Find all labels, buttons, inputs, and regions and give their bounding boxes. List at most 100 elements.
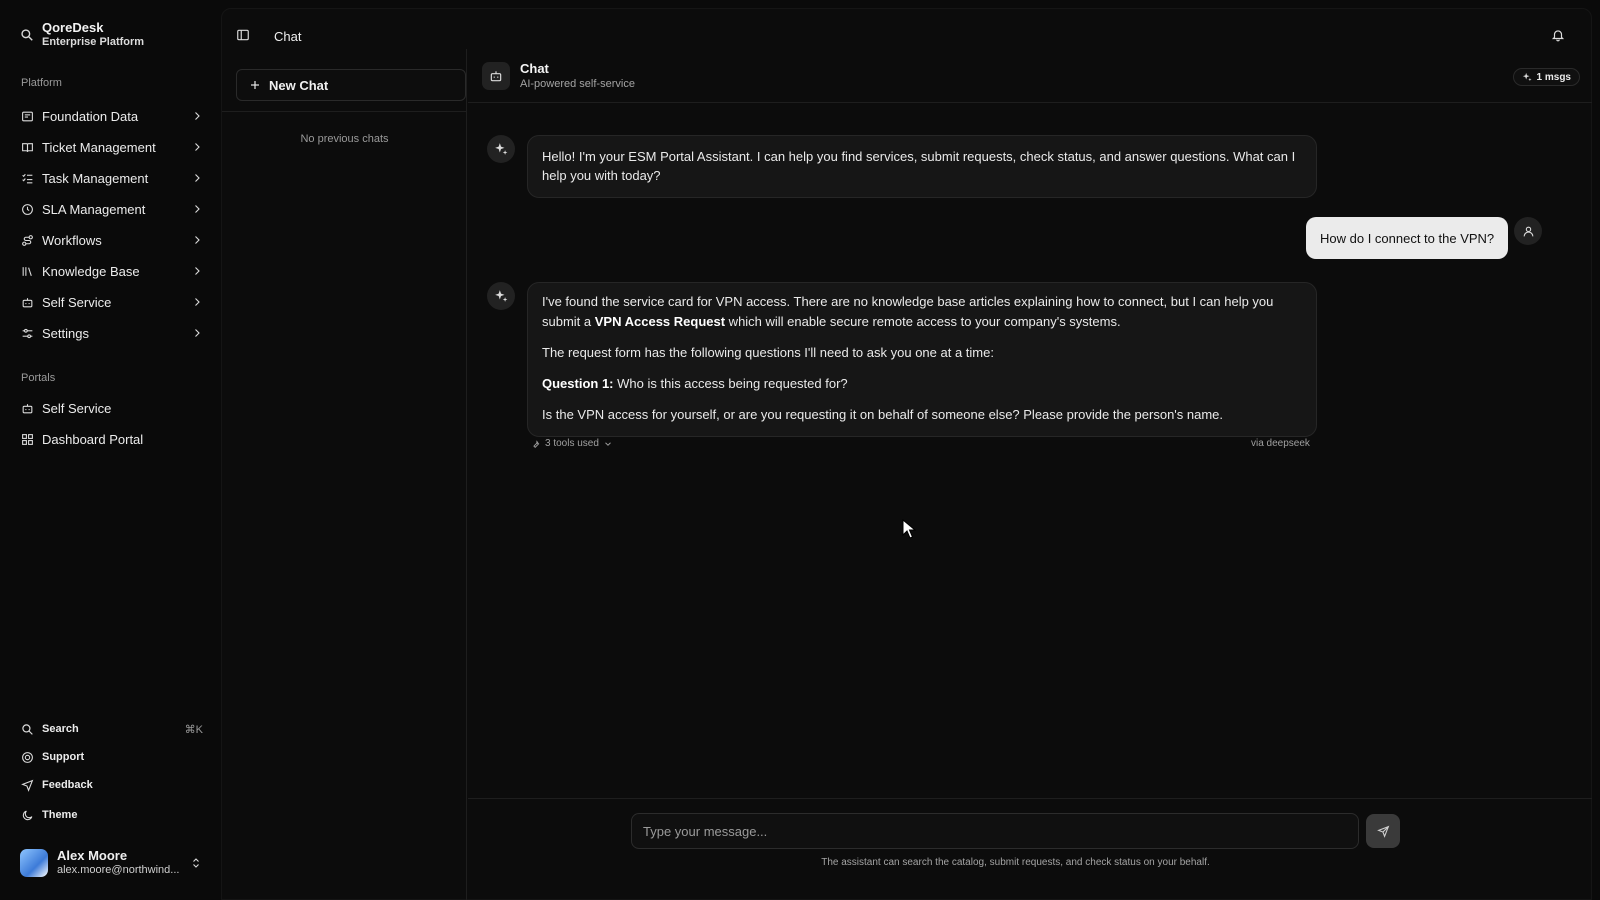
grid-icon [22,433,33,445]
chevron-right-icon [195,267,200,275]
book-icon [22,142,33,152]
send-button[interactable] [1366,814,1400,848]
search-label: Search [42,723,79,735]
moon-icon [22,810,33,820]
chevron-right-icon [195,143,200,151]
message-text: How do I connect to the VPN? [1320,230,1495,246]
assistant-message: I've found the service card for VPN acce… [527,282,1317,437]
sidebar-item-foundation-data[interactable]: Foundation Data [21,105,203,127]
chevrons-up-down-icon [193,857,199,868]
message-paragraph: I've found the service card for VPN acce… [542,292,1302,332]
sparkles-icon [495,290,508,302]
lifebuoy-icon [22,751,33,763]
feedback-label: Feedback [42,779,93,791]
sidebar: QoreDesk Enterprise Platform Platform Fo… [0,0,220,900]
new-chat-label: New Chat [269,77,329,93]
text-segment: which will enable secure remote access t… [725,314,1121,329]
chevron-right-icon [195,329,200,337]
sidebar-item-settings[interactable]: Settings [21,322,203,344]
bot-icon [490,71,502,82]
sidebar-item-label: Dashboard Portal [42,431,144,447]
bot-icon [22,403,33,413]
chevron-down-icon [605,441,611,446]
brand-subtitle: Enterprise Platform [42,36,145,48]
tools-used-label: 3 tools used [545,438,599,449]
sidebar-item-knowledge-base[interactable]: Knowledge Base [21,260,203,282]
divider [222,111,467,112]
conversation-header: Chat AI-powered self-service 1 msgs [468,49,1592,103]
sidebar-search-button[interactable]: Search ⌘K [21,719,203,739]
sidebar-item-self-service[interactable]: Self Service [21,291,203,313]
sidebar-item-sla-management[interactable]: SLA Management [21,198,203,220]
sidebar-item-ticket-management[interactable]: Ticket Management [21,136,203,158]
bell-icon[interactable] [1551,28,1565,42]
composer-hint: The assistant can search the catalog, su… [821,857,1210,868]
new-chat-button[interactable]: New Chat [236,69,466,101]
message-text: Hello! I'm your ESM Portal Assistant. I … [542,149,1296,183]
sidebar-item-portal-self-service[interactable]: Self Service [21,397,203,419]
sparkles-icon [1522,72,1532,82]
message-paragraph: Question 1: Who is this access being req… [542,374,1302,394]
sparkles-icon [495,143,508,155]
conversation-subtitle: AI-powered self-service [520,78,635,90]
support-label: Support [42,751,85,763]
user-avatar [1514,217,1542,245]
sidebar-feedback-link[interactable]: Feedback [21,775,203,795]
send-icon [21,779,34,792]
send-icon [1376,825,1389,838]
user-name: Alex Moore [57,848,128,863]
sidebar-theme-toggle[interactable]: Theme [21,805,203,825]
conversation-title: Chat [520,61,549,76]
main-panel: Chat New Chat No previous chats Chat AI-… [221,8,1592,900]
sidebar-item-label: Settings [42,325,89,341]
chevron-right-icon [195,298,200,306]
route-icon [22,234,33,246]
sidebar-item-task-management[interactable]: Task Management [21,167,203,189]
plus-icon [251,81,259,89]
sidebar-item-label: Task Management [42,170,149,186]
sidebar-toggle-icon[interactable] [236,28,250,42]
sidebar-support-link[interactable]: Support [21,747,203,767]
assistant-avatar [487,135,515,163]
chevron-right-icon [195,205,200,213]
user-message: How do I connect to the VPN? [1306,217,1509,259]
brand[interactable]: QoreDesk Enterprise Platform [20,20,144,49]
empty-chats-text: No previous chats [300,133,389,145]
sidebar-item-label: Self Service [42,400,112,416]
page-title: Chat [274,29,302,44]
sidebar-item-dashboard-portal[interactable]: Dashboard Portal [21,428,203,450]
avatar [20,848,48,877]
database-icon [22,111,33,121]
bot-badge [482,62,510,90]
user-menu[interactable]: Alex Moore alex.moore@northwind... [20,848,202,877]
assistant-avatar [487,282,515,310]
chevron-right-icon [195,112,200,120]
mouse-cursor-icon [902,519,916,539]
clock-icon [22,203,33,215]
bot-icon [22,297,33,307]
brand-name: QoreDesk [42,20,104,35]
message-count-badge: 1 msgs [1512,68,1580,86]
conversation-panel: Chat AI-powered self-service 1 msgs Hell… [468,49,1592,900]
platform-section-label: Platform [21,77,62,89]
sidebar-item-label: Ticket Management [42,139,156,155]
sidebar-item-label: SLA Management [42,201,146,217]
search-icon [22,723,33,735]
chevron-right-icon [195,174,200,182]
divider [468,798,1592,799]
bold-text: Question 1: [542,376,614,391]
sidebar-item-label: Knowledge Base [42,263,140,279]
sidebar-item-workflows[interactable]: Workflows [21,229,203,251]
sidebar-item-label: Workflows [42,232,102,248]
chevron-right-icon [195,236,200,244]
sidebar-item-label: Foundation Data [42,108,139,124]
model-label: via deepseek [1251,438,1310,449]
topbar: Chat [222,9,1591,49]
portals-section-label: Portals [21,372,56,384]
message-input[interactable] [631,813,1359,849]
user-icon [1523,226,1533,236]
search-shortcut: ⌘K [184,723,203,736]
theme-label: Theme [42,809,78,821]
tools-used-toggle[interactable]: 3 tools used [531,438,613,449]
bold-text: VPN Access Request [594,314,726,329]
